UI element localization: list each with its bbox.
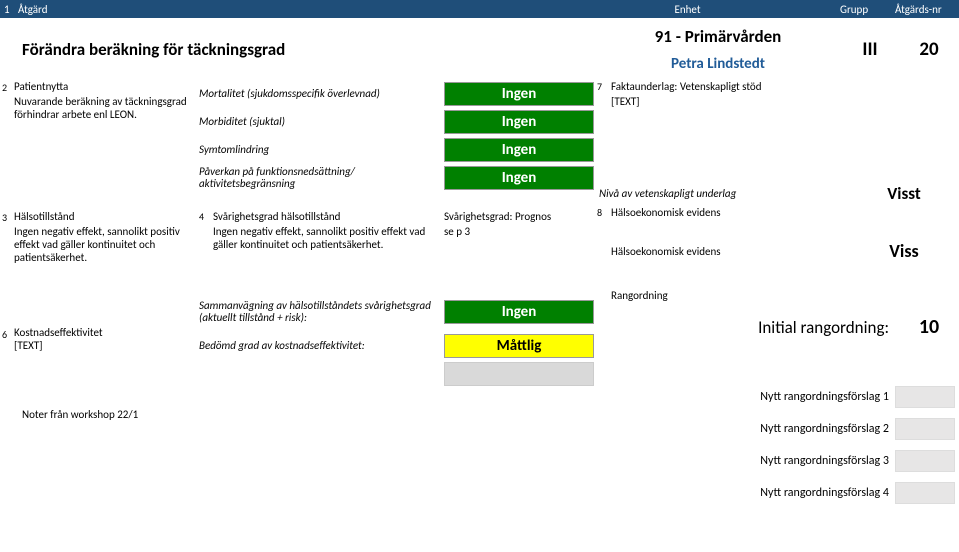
header-atgardsnr: Åtgärds-nr xyxy=(895,3,955,16)
niva-value: Visst xyxy=(855,183,953,204)
section-halsoekonomisk: 8 Hälsoekonomisk evidens Hälsoekonomisk … xyxy=(595,206,959,265)
unit-box: 91 - Primärvården Petra Lindstedt xyxy=(595,26,841,73)
halsoek-ev-label: Hälsoekonomisk evidens xyxy=(611,245,855,258)
halsoek-ev-value: Viss xyxy=(855,240,953,262)
prognos-body: se p 3 xyxy=(444,225,594,238)
section-patientnytta: 2 Patientnytta Nuvarande beräkning av tä… xyxy=(0,80,595,210)
initial-rang-value: 10 xyxy=(899,315,959,339)
patientnytta-body: Nuvarande beräkning av täckningsgrad för… xyxy=(14,95,199,121)
metric-morbiditet-label: Morbiditet (sjuktal) xyxy=(199,116,444,128)
actionnr-value: 20 xyxy=(899,38,959,61)
section-num-2: 2 xyxy=(0,80,14,210)
nytt-box-1[interactable] xyxy=(895,386,955,408)
section-num-4: 4 xyxy=(199,210,213,280)
header-num: 1 xyxy=(4,3,18,16)
nytt-label-4: Nytt rangordningsförslag 4 xyxy=(595,486,895,500)
page-title: Förändra beräkning för täckningsgrad xyxy=(0,39,595,60)
nytt-row-1: Nytt rangordningsförslag 1 xyxy=(595,384,959,410)
nytt-row-4: Nytt rangordningsförslag 4 xyxy=(595,480,959,506)
section-rangordning: Rangordning Initial rangordning: 10 xyxy=(595,287,959,342)
title-row: Förändra beräkning för täckningsgrad 91 … xyxy=(0,18,959,80)
samman-label: Sammanvägning av hälsotillståndets svåri… xyxy=(199,300,444,324)
nytt-row-3: Nytt rangordningsförslag 3 xyxy=(595,448,959,474)
fakta-body: [TEXT] xyxy=(611,95,959,108)
section-num-3: 3 xyxy=(0,210,14,280)
metric-symtom-value: Ingen xyxy=(444,138,594,162)
rangord-heading: Rangordning xyxy=(595,289,959,302)
patientnytta-heading: Patientnytta xyxy=(14,80,199,93)
fakta-heading: Faktaunderlag: Vetenskapligt stöd xyxy=(611,80,959,93)
metric-paverkan-label: Påverkan på funktionsnedsättning/ aktivi… xyxy=(199,166,444,190)
kostnad-heading: Kostnadseffektivitet xyxy=(14,326,199,339)
nytt-label-2: Nytt rangordningsförslag 2 xyxy=(595,422,895,436)
header-atgard: Åtgärd xyxy=(18,3,535,16)
niva-label: Nivå av vetenskapligt underlag xyxy=(595,187,855,200)
kostnad-body: [TEXT] xyxy=(14,339,199,352)
group-value: III xyxy=(841,38,899,61)
section-num-6: 6 xyxy=(0,298,14,388)
nytt-box-4[interactable] xyxy=(895,482,955,504)
initial-rang-label: Initial rangordning: xyxy=(595,317,899,338)
header-enhet: Enhet xyxy=(535,3,840,16)
metric-symtom-label: Symtomlindring xyxy=(199,144,444,156)
section-faktaunderlag: 7 Faktaunderlag: Vetenskapligt stöd [TEX… xyxy=(595,80,959,108)
metric-morbiditet-value: Ingen xyxy=(444,110,594,134)
nytt-label-1: Nytt rangordningsförslag 1 xyxy=(595,390,895,404)
bedomd-label: Bedömd grad av kostnadseffektivitet: xyxy=(199,340,369,352)
metric-mortalitet-label: Mortalitet (sjukdomsspecifik överlevnad) xyxy=(199,88,444,100)
svarighetsgrad-heading: Svårighetsgrad hälsotillstånd xyxy=(213,210,444,223)
nytt-box-3[interactable] xyxy=(895,450,955,472)
halsotillstand-body: Ingen negativ effekt, sannolikt positiv … xyxy=(14,225,199,265)
section-kostnadseffektivitet: 6 Kostnadseffektivitet [TEXT] Sammanvägn… xyxy=(0,298,595,388)
section-num-7: 7 xyxy=(595,80,611,108)
prognos-heading: Svårighetsgrad: Prognos xyxy=(444,210,594,223)
samman-value: Ingen xyxy=(444,300,594,324)
metric-paverkan-value: Ingen xyxy=(444,166,594,190)
svarighetsgrad-body: Ingen negativ effekt, sannolikt positiv … xyxy=(213,225,444,251)
nytt-row-2: Nytt rangordningsförslag 2 xyxy=(595,416,959,442)
header-bar: 1 Åtgärd Enhet Grupp Åtgärds-nr xyxy=(0,0,959,18)
metric-mortalitet-value: Ingen xyxy=(444,82,594,106)
header-grupp: Grupp xyxy=(840,3,895,16)
person-name: Petra Lindstedt xyxy=(595,55,841,73)
unit-name: 91 - Primärvården xyxy=(595,26,841,47)
bedomd-empty xyxy=(444,362,594,386)
nytt-label-3: Nytt rangordningsförslag 3 xyxy=(595,454,895,468)
niva-row: Nivå av vetenskapligt underlag Visst xyxy=(595,180,959,206)
bedomd-value: Måttlig xyxy=(444,334,594,358)
notes-heading: Noter från workshop 22/1 xyxy=(0,408,595,421)
halsoek-heading: Hälsoekonomisk evidens xyxy=(611,206,959,219)
section-halsotillstand: 3 Hälsotillstånd Ingen negativ effekt, s… xyxy=(0,210,595,280)
nytt-box-2[interactable] xyxy=(895,418,955,440)
section-num-8: 8 xyxy=(595,206,611,265)
halsotillstand-heading: Hälsotillstånd xyxy=(14,210,199,223)
